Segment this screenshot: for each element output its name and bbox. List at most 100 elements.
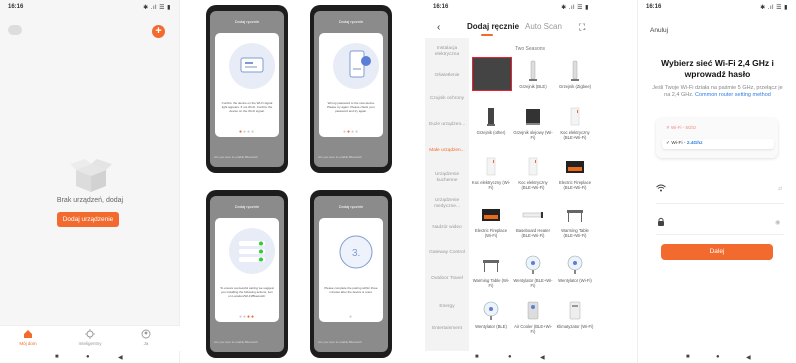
add-icon[interactable]: +: [152, 25, 165, 38]
selected-device-tile[interactable]: [472, 57, 512, 91]
eye-icon[interactable]: ◉: [775, 219, 780, 226]
category-item[interactable]: Entertainment: [427, 326, 467, 332]
category-item[interactable]: Gateway Control: [427, 250, 467, 256]
next-button[interactable]: Dalej: [661, 244, 773, 260]
cancel-button[interactable]: Anuluj: [650, 27, 668, 34]
system-nav-bar: ■ ● ◀: [638, 351, 796, 363]
device-tile[interactable]: Wentylator (BLE): [471, 300, 511, 329]
device-tile[interactable]: Baseboard Heater (BLE+Wi-Fi): [513, 204, 553, 238]
fan-icon: [483, 301, 499, 320]
category-item[interactable]: Urządzenie medyczne...: [427, 198, 467, 210]
category-item[interactable]: Urządzenie kuchenne: [427, 172, 467, 184]
pager-dots: ●●●●: [342, 129, 360, 135]
back-nav-icon[interactable]: ◀: [118, 354, 123, 361]
recents-icon[interactable]: ■: [475, 354, 479, 360]
panel-heater-icon: [487, 108, 495, 126]
tab-auto-scan[interactable]: Auto Scan: [525, 22, 562, 31]
device-tile[interactable]: Electric Fireplace (Wi-Fi): [471, 204, 511, 238]
phone-instructions: Please complete the pairing within three…: [324, 286, 378, 294]
category-item[interactable]: Instalacja elektryczna: [427, 46, 467, 58]
device-tile[interactable]: Electric Fireplace (BLE+Wi-Fi): [555, 156, 595, 190]
category-item[interactable]: Oświetlenie: [427, 73, 467, 79]
device-tile[interactable]: Klimatyzator (Wi-Fi): [555, 300, 595, 329]
tab-smart[interactable]: Inteligentny: [70, 329, 110, 346]
phone-screen: Dodaj ręcznie Wrong password to the new …: [314, 11, 388, 167]
tab-my-home[interactable]: Mój dom: [8, 329, 48, 346]
phone-mockup: Dodaj ręcznie 3. Please complete the pai…: [310, 190, 392, 358]
device-tile[interactable]: Grzejnik (BLE): [513, 60, 553, 89]
device-tile[interactable]: Wentylator (BLE+Wi-Fi): [513, 254, 553, 288]
device-label: Warming Table (BLE+Wi-Fi): [561, 228, 589, 238]
pager-dots: ●●●●: [238, 129, 256, 135]
recents-icon[interactable]: ■: [686, 354, 690, 360]
category-item[interactable]: Nadzór wideo: [427, 225, 467, 231]
device-tile[interactable]: Air Cooler (BLE+Wi-Fi): [513, 300, 553, 334]
device-tile[interactable]: Koc elektryczny (BLE+Wi-Fi): [555, 106, 595, 140]
network-switch-icon[interactable]: ⇄: [778, 186, 782, 192]
device-label: Grzejnik (Zigbee): [558, 84, 592, 89]
device-tile[interactable]: Grzejnik (Zigbee): [555, 60, 595, 89]
phone-header: Dodaj ręcznie: [338, 19, 364, 24]
svg-text:3.: 3.: [352, 248, 360, 259]
device-tile[interactable]: Warming Table (Wi-Fi): [471, 254, 511, 288]
category-item[interactable]: Czujnik ochrony: [427, 96, 467, 102]
add-device-button[interactable]: Dodaj urządzenie: [57, 212, 119, 227]
divider: [656, 234, 784, 235]
device-label: Wentylator (BLE): [475, 324, 507, 329]
phone-footer: Are you sure to enable Bluetooth: [214, 155, 258, 159]
category-item[interactable]: Energy: [427, 304, 467, 310]
blanket-icon: [528, 157, 538, 176]
phone-footer: Are you sure to enable Bluetooth: [214, 340, 258, 344]
device-tile[interactable]: Grzejnik olejowy (Wi-Fi): [513, 106, 553, 140]
empty-state-text: Brak urządzeń, dodaj: [56, 197, 124, 204]
device-label: Koc elektryczny (BLE+Wi-Fi): [560, 130, 590, 140]
wifi-setup-screen: 16:16 ✱ .ıl ☰ ▮ Anuluj Wybierz sieć Wi-F…: [637, 0, 796, 363]
device-tile[interactable]: Warming Table (BLE+Wi-Fi): [555, 204, 595, 238]
wifi-24g-row: ✓ Wi-Fi - 2.4Ghz: [662, 139, 774, 149]
device-tile[interactable]: Koc elektryczny (BLE+Wi-Fi): [513, 156, 553, 190]
home-selector-icon[interactable]: [8, 25, 22, 35]
router-illustration-icon: [229, 43, 275, 89]
status-icons: ✱ .ıl ☰ ▮: [760, 5, 788, 11]
back-icon[interactable]: ‹: [437, 22, 440, 33]
category-item-active[interactable]: Małe urządzen...: [427, 148, 467, 154]
category-item[interactable]: Outdoor Travel: [427, 276, 467, 282]
phone-instructions: To ensure successful pairing we suggest …: [220, 286, 274, 298]
blanket-icon: [570, 107, 580, 126]
device-label: Koc elektryczny (BLE+Wi-Fi): [518, 180, 548, 190]
device-label: Electric Fireplace (BLE+Wi-Fi): [558, 180, 592, 190]
home-nav-icon[interactable]: ●: [86, 354, 90, 360]
recents-icon[interactable]: ■: [55, 354, 59, 360]
oil-heater-icon: [526, 109, 540, 125]
phone-header: Dodaj ręcznie: [234, 19, 260, 24]
home-nav-icon[interactable]: ●: [716, 354, 720, 360]
back-nav-icon[interactable]: ◀: [746, 354, 751, 361]
phone-header: Dodaj ręcznie: [234, 204, 260, 209]
device-tile[interactable]: Koc elektryczny (Wi-Fi): [471, 156, 511, 190]
device-tile[interactable]: Grzejnik (other): [471, 106, 511, 135]
page-title: Wybierz sieć Wi-Fi 2,4 GHz i wprowadź ha…: [661, 58, 774, 79]
router-setting-link[interactable]: Common router setting method: [695, 92, 771, 98]
device-label: Baseboard Heater (BLE+Wi-Fi): [516, 228, 550, 238]
scan-icon[interactable]: ⛶: [579, 22, 585, 33]
fan-icon: [525, 255, 541, 274]
phone-screen: Dodaj ręcznie To ensure successful pairi…: [210, 196, 284, 352]
ac-icon: [569, 301, 581, 320]
category-item[interactable]: Duże urządzen...: [427, 122, 467, 128]
phone-mockup: Dodaj ręcznie Confirm the device on the …: [206, 5, 288, 173]
add-device-screen: 16:16 ✱ .ıl ☰ ▮ ‹ Dodaj ręcznie Auto Sca…: [425, 0, 597, 363]
tab-me[interactable]: Ja: [126, 329, 166, 346]
status-icons: ✱ .ıl ☰ ▮: [561, 5, 589, 11]
device-label: Wentylator (BLE+Wi-Fi): [513, 278, 553, 288]
device-label: Grzejnik (BLE): [519, 84, 547, 89]
phone-wifi-illustration-icon: [333, 43, 379, 89]
device-tile[interactable]: Wentylator (Wi-Fi): [555, 254, 595, 283]
phone-dialog: Wrong password to the new device Please …: [319, 33, 383, 137]
home-nav-icon[interactable]: ●: [508, 354, 512, 360]
back-nav-icon[interactable]: ◀: [540, 354, 545, 361]
scene-icon: [85, 329, 95, 339]
baseboard-icon: [522, 212, 543, 218]
home-screen: 16:16 ✱ .ıl ☰ ▮ + Brak urządzeń, dodaj D…: [0, 0, 180, 363]
tab-manual-add[interactable]: Dodaj ręcznie: [467, 22, 519, 31]
tab-underline: [481, 34, 493, 36]
